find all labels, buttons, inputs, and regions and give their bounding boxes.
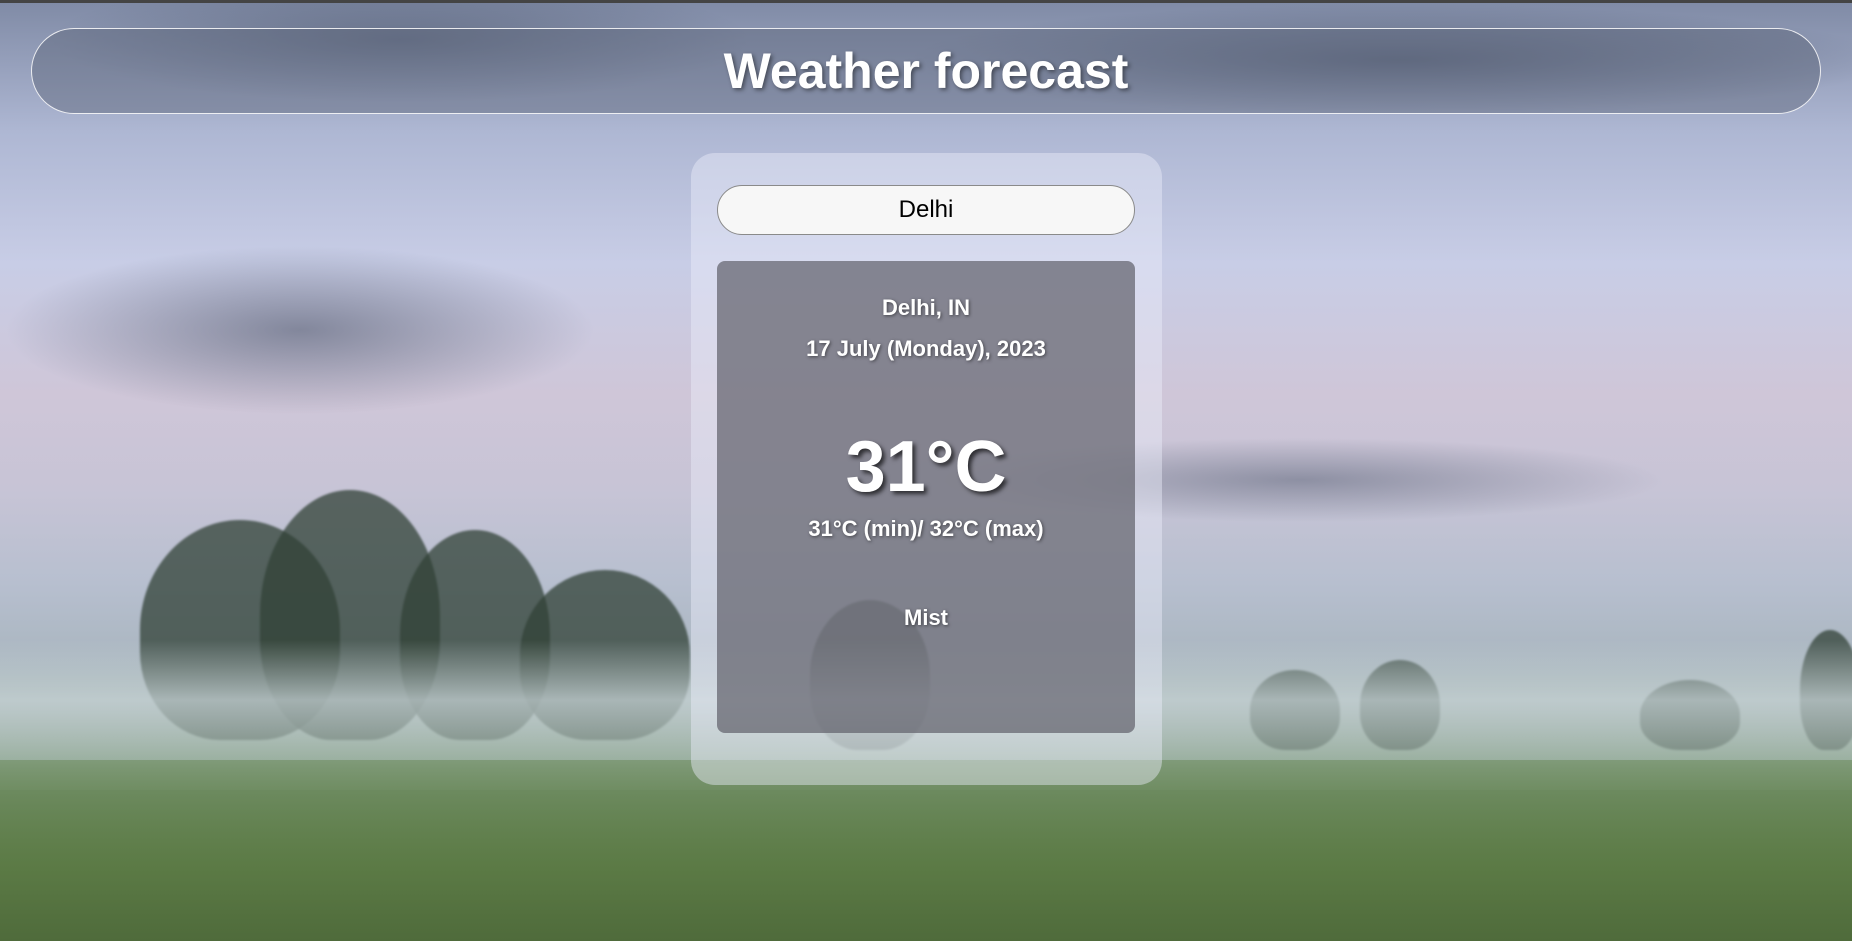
current-temperature: 31°C — [845, 427, 1007, 507]
location-label: Delhi, IN — [881, 295, 970, 320]
min-max-temperature: 31°C (min)/ 32°C (max) — [808, 516, 1044, 541]
weather-panel: Delhi, IN 17 July (Monday), 2023 31°C 31… — [691, 153, 1162, 785]
top-border — [0, 0, 1852, 3]
weather-condition: Mist — [904, 605, 948, 630]
page-title: Weather forecast — [723, 43, 1129, 99]
city-search-input[interactable] — [717, 185, 1135, 235]
weather-card: Delhi, IN 17 July (Monday), 2023 31°C 31… — [717, 261, 1135, 733]
background-grass — [0, 760, 1852, 941]
page-header: Weather forecast — [31, 28, 1821, 114]
date-label: 17 July (Monday), 2023 — [806, 336, 1046, 361]
